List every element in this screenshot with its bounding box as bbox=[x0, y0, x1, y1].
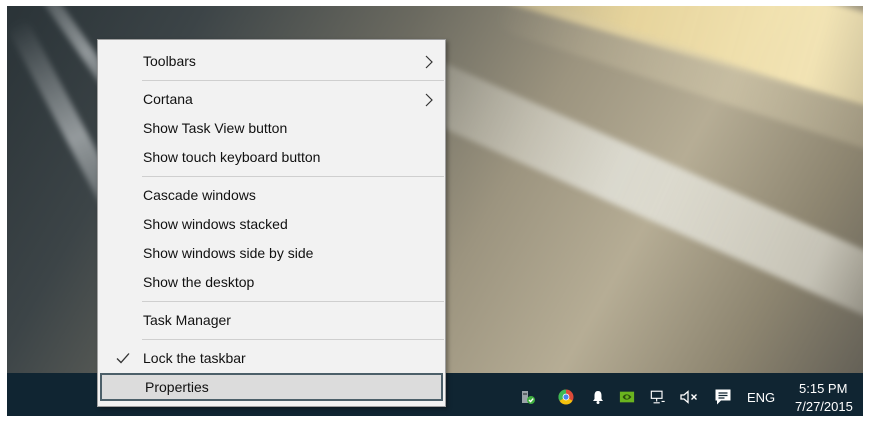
menu-item-task-manager[interactable]: Task Manager bbox=[98, 307, 445, 334]
menu-item-label: Show windows side by side bbox=[143, 245, 314, 261]
menu-item-show-touch-keyboard-button[interactable]: Show touch keyboard button bbox=[98, 144, 445, 171]
menu-item-label: Cortana bbox=[143, 91, 193, 107]
chrome-icon[interactable] bbox=[558, 389, 574, 405]
menu-item-toolbars[interactable]: Toolbars bbox=[98, 48, 445, 75]
usb-device-icon[interactable] bbox=[520, 389, 536, 405]
desktop[interactable]: ENG 5:15 PM 7/27/2015 Toolbars Cortana S… bbox=[7, 6, 863, 416]
menu-separator bbox=[142, 80, 444, 81]
network-icon[interactable] bbox=[650, 389, 666, 405]
menu-item-show-task-view-button[interactable]: Show Task View button bbox=[98, 115, 445, 142]
input-language-indicator[interactable]: ENG bbox=[747, 390, 775, 405]
menu-item-cascade-windows[interactable]: Cascade windows bbox=[98, 182, 445, 209]
taskbar-context-menu: Toolbars Cortana Show Task View button S… bbox=[97, 39, 446, 407]
notification-bell-icon[interactable] bbox=[590, 389, 606, 405]
clock-date[interactable]: 7/27/2015 bbox=[795, 399, 863, 414]
menu-item-label: Cascade windows bbox=[143, 187, 256, 203]
volume-muted-icon[interactable] bbox=[679, 389, 701, 405]
menu-item-show-windows-stacked[interactable]: Show windows stacked bbox=[98, 211, 445, 238]
menu-item-lock-the-taskbar[interactable]: Lock the taskbar bbox=[98, 345, 445, 372]
menu-separator bbox=[142, 339, 444, 340]
menu-separator bbox=[142, 301, 444, 302]
menu-item-label: Task Manager bbox=[143, 312, 231, 328]
menu-item-properties[interactable]: Properties bbox=[100, 373, 443, 401]
menu-item-label: Show Task View button bbox=[143, 120, 288, 136]
menu-separator bbox=[142, 176, 444, 177]
menu-item-label: Lock the taskbar bbox=[143, 350, 246, 366]
menu-item-cortana[interactable]: Cortana bbox=[98, 86, 445, 113]
menu-item-label: Toolbars bbox=[143, 53, 196, 69]
action-center-icon[interactable] bbox=[714, 388, 732, 406]
menu-item-label: Show the desktop bbox=[143, 274, 255, 290]
chevron-right-icon bbox=[425, 93, 433, 107]
chevron-right-icon bbox=[425, 55, 433, 69]
clock-time[interactable]: 5:15 PM bbox=[799, 381, 863, 396]
checkmark-icon bbox=[116, 353, 130, 364]
menu-item-label: Properties bbox=[145, 379, 209, 395]
menu-item-label: Show windows stacked bbox=[143, 216, 288, 232]
menu-item-show-windows-side-by-side[interactable]: Show windows side by side bbox=[98, 240, 445, 267]
menu-item-show-the-desktop[interactable]: Show the desktop bbox=[98, 269, 445, 296]
nvidia-icon[interactable] bbox=[619, 389, 635, 405]
menu-item-label: Show touch keyboard button bbox=[143, 149, 321, 165]
